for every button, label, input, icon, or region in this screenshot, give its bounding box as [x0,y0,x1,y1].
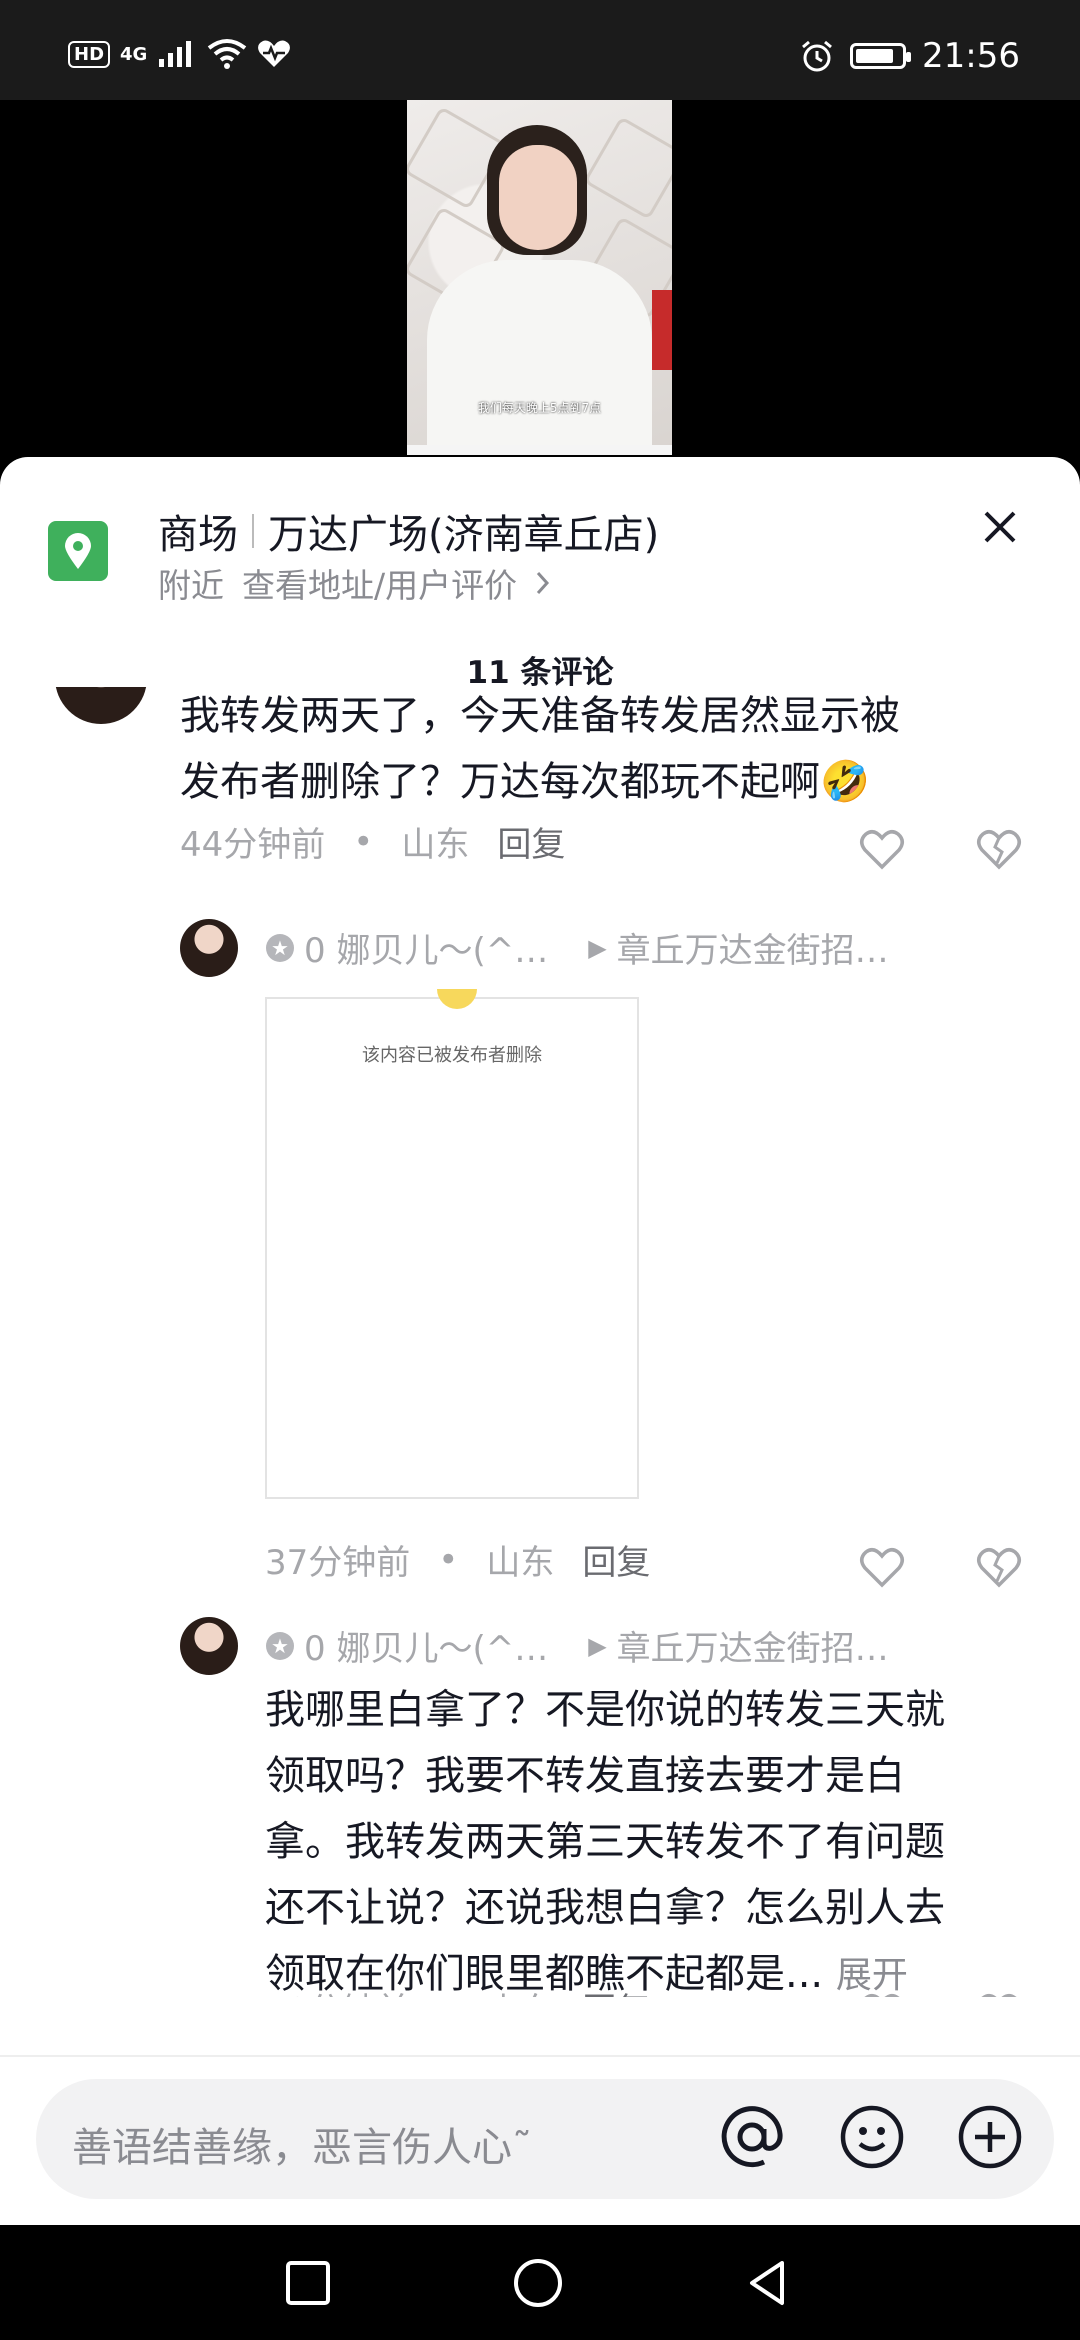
mention-button[interactable] [716,2101,788,2173]
add-button[interactable] [954,2101,1026,2173]
recent-apps-square-icon[interactable] [282,2257,334,2309]
video-person-body [427,260,652,455]
avatar[interactable] [55,687,147,724]
video-bottom-strip [407,445,672,455]
battery-level [856,49,894,63]
close-icon [984,511,1016,543]
poi-divider [252,514,254,548]
status-right: 21:56 [800,36,1020,76]
emoji-button[interactable] [836,2101,908,2173]
reply-target-user[interactable]: 章丘万达金街招… [617,1621,889,1670]
video-red-sign [652,290,672,370]
comments-count: 11 条评论 [466,655,614,691]
reply-arrow-icon: ▶ [588,933,607,962]
image-caption: 该内容已被发布者删除 [362,1045,542,1066]
dislike-broken-heart-icon[interactable] [975,1543,1023,1591]
reply-text: 我哪里白拿了？不是你说的转发三天就 领取吗？我要不转发直接去要才是白 拿。我转发… [265,1677,945,1997]
reply-location: 山东 [486,1543,555,1583]
reply-line: 领取吗？我要不转发直接去要才是白 [265,1753,905,1799]
back-triangle-icon[interactable] [742,2257,794,2309]
video-subtitle: 我们每天晚上5点到7点 [477,401,602,415]
battery-icon [850,43,912,69]
reply-line: 拿。我转发两天第三天转发不了有问题 [265,1819,945,1865]
image-emoji-top [437,989,477,1009]
comment-text: 我转发两天了，今天准备转发居然显示被 发布者删除了？万达每次都玩不起啊🤣 [180,687,900,815]
star-badge-icon: ★ [266,933,294,962]
dislike-broken-heart-icon[interactable] [975,1989,1023,1997]
map-pin-glyph [65,533,91,569]
status-left: HD 4G [68,38,291,70]
comment-input-bar: 善语结善缘，恶言伤人心˜ [0,2055,1080,2225]
comment-line: 我转发两天了，今天准备转发居然显示被 [180,693,900,739]
like-heart-icon[interactable] [858,1543,906,1591]
poi-subline[interactable]: 附近 查看地址/用户评价 [158,559,551,607]
poi-category: 商场 [158,512,238,558]
video-person-face [499,145,577,250]
reply-meta: 37分钟前 • 山东 回复 [265,1535,650,1584]
poi-link[interactable]: 查看地址/用户评价 [242,559,517,607]
comment-line-text: 发布者删除了？万达每次都玩不起啊 [180,759,820,805]
at-icon [721,2106,783,2168]
comment-location: 山东 [401,825,470,865]
reply-location: 山东 [486,1983,554,1997]
reply-meta: 10分钟前 • 山东 回复 [265,1983,650,1998]
comment-time: 44分钟前 [180,825,326,865]
comment-sheet: 商场 万达广场(济南章丘店) 附近 查看地址/用户评价 11 条评论 我转发两天… [0,457,1080,2225]
reply-header: ★ 0 娜贝儿～(^… ▶ 章丘万达金街招… [266,923,889,972]
wifi-icon [208,39,247,69]
status-time: 21:56 [922,36,1020,76]
comment-line: 发布者删除了？万达每次都玩不起啊🤣 [180,749,900,815]
reply-button[interactable]: 回复 [582,1983,650,1997]
poi-nearby: 附近 [158,566,224,605]
reply-button[interactable]: 回复 [582,1535,650,1584]
alarm-icon [802,40,832,72]
poi-title[interactable]: 商场 万达广场(济南章丘店) [158,502,659,560]
like-heart-icon[interactable] [858,825,906,873]
network-type: 4G [120,43,148,65]
reply-time: 37分钟前 [265,1543,411,1583]
avatar[interactable] [180,919,238,977]
meta-dot: • [353,821,374,862]
plus-circle-icon [958,2105,1022,2169]
meta-dot: • [438,1988,458,1998]
video-thumbnail[interactable]: 我们每天晚上5点到7点 [407,100,672,455]
home-circle-icon[interactable] [512,2257,564,2309]
reply-button[interactable]: 回复 [497,817,565,866]
reply-header: ★ 0 娜贝儿～(^… ▶ 章丘万达金街招… [266,1621,889,1670]
location-pin-icon[interactable] [48,521,108,581]
like-heart-icon[interactable] [858,1989,906,1997]
laugh-emoji-icon: 🤣 [820,759,870,805]
reply-arrow-icon: ▶ [588,1631,607,1660]
comment-meta: 44分钟前 • 山东 回复 [180,817,565,866]
comment-image[interactable]: 该内容已被发布者删除 [265,989,639,1499]
emoji-face-icon [840,2105,904,2169]
system-nav-bar [0,2225,1080,2340]
reply-line: 还不让说？还说我想白拿？怎么别人去 [265,1885,945,1931]
reply-time: 10分钟前 [265,1983,410,1997]
signal-icon [159,41,192,67]
star-badge-icon: ★ [266,1631,294,1660]
poi-name: 万达广场(济南章丘店) [268,512,660,558]
comments-list[interactable]: 我转发两天了，今天准备转发居然显示被 发布者删除了？万达每次都玩不起啊🤣 44分… [0,687,1080,1997]
reply-target-user[interactable]: 章丘万达金街招… [617,923,889,972]
meta-dot: • [438,1539,459,1580]
hd-badge: HD [68,40,111,68]
avatar[interactable] [180,1617,238,1675]
reply-username[interactable]: 0 娜贝儿～(^… [304,1621,548,1670]
status-bar: HD 4G 21:56 [0,0,1080,100]
reply-username[interactable]: 0 娜贝儿～(^… [304,923,548,972]
comment-input-placeholder: 善语结善缘，恶言伤人心˜ [72,2125,532,2171]
dislike-broken-heart-icon[interactable] [975,825,1023,873]
comment-input[interactable]: 善语结善缘，恶言伤人心˜ [36,2079,1054,2199]
video-area[interactable]: 我们每天晚上5点到7点 [0,100,1080,460]
close-button[interactable] [970,497,1030,557]
chevron-right-icon [537,571,550,595]
health-heart-icon [258,40,291,67]
reply-line: 我哪里白拿了？不是你说的转发三天就 [265,1687,945,1733]
